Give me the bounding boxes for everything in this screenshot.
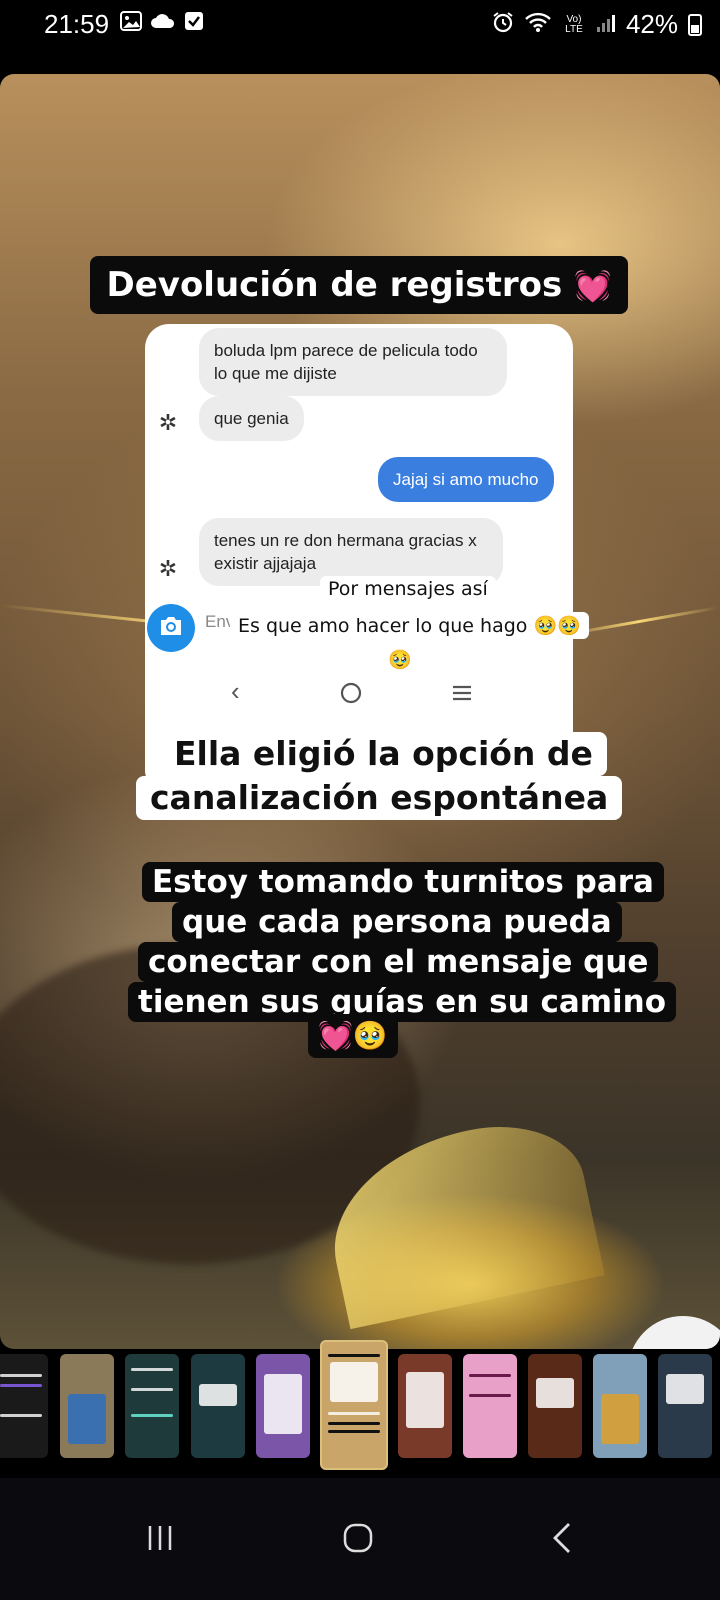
- battery-icon: [688, 13, 702, 36]
- chat-message: boluda lpm parece de pelicula todo lo qu…: [199, 328, 507, 396]
- chat-screenshot: boluda lpm parece de pelicula todo lo qu…: [145, 324, 573, 794]
- back-icon[interactable]: [532, 1518, 592, 1558]
- body-line-3: conectar con el mensaje que: [138, 942, 659, 982]
- story-viewer[interactable]: Devolución de registros 💓🧚 boluda lpm pa…: [0, 74, 720, 1349]
- inner-home-icon: [340, 680, 362, 711]
- inner-nav-bar: ‹: [145, 676, 573, 716]
- camera-button: [147, 604, 195, 652]
- recents-icon[interactable]: [130, 1518, 190, 1558]
- signal-icon: [596, 9, 616, 40]
- checkbox-icon: [184, 11, 204, 36]
- thumbnail[interactable]: [593, 1354, 647, 1458]
- cloud-icon: [150, 12, 176, 35]
- chat-message: Jajaj si amo mucho: [378, 457, 554, 502]
- thumbnail[interactable]: [60, 1354, 114, 1458]
- thumbnail[interactable]: [463, 1354, 517, 1458]
- body-emoji: 💓🥹: [308, 1014, 398, 1058]
- inner-menu-icon: [451, 680, 473, 711]
- chat-message: que genia: [199, 396, 304, 441]
- status-left-icons: [120, 11, 204, 36]
- chat-avatar: ✲: [158, 410, 178, 435]
- battery-percent: 42%: [625, 9, 678, 39]
- system-nav-bar: [0, 1478, 720, 1600]
- story-heading: Devolución de registros 💓🧚: [90, 256, 628, 364]
- home-icon[interactable]: [328, 1518, 388, 1558]
- thumbnail[interactable]: [125, 1354, 179, 1458]
- thumbnail[interactable]: [0, 1354, 48, 1458]
- caption-amo-hacer-text: Es que amo hacer lo que hago: [238, 615, 528, 637]
- subtitle-line-1: Ella eligió la opción de: [160, 732, 607, 776]
- caption-amo-hacer: Es que amo hacer lo que hago 🥹🥹: [230, 612, 589, 639]
- image-icon: [120, 11, 142, 36]
- status-right: Vo) LTE 42%: [492, 9, 702, 40]
- body-line-2: que cada persona pueda: [172, 902, 622, 942]
- caption-emoji: 🥹: [380, 646, 420, 673]
- thumbnail[interactable]: [528, 1354, 582, 1458]
- thumbnail-selected[interactable]: [320, 1340, 388, 1470]
- thumbnail[interactable]: [191, 1354, 245, 1458]
- thumbnail[interactable]: [398, 1354, 452, 1458]
- wifi-icon: [524, 9, 552, 40]
- body-line-4: tienen sus guías en su camino: [128, 982, 677, 1022]
- heading-text: Devolución de registros: [106, 265, 563, 305]
- status-time: 21:59: [44, 9, 110, 39]
- camera-icon: [158, 615, 184, 642]
- thumbnail-strip: [0, 1340, 720, 1472]
- volte-icon: Vo) LTE: [565, 13, 583, 35]
- status-bar: 21:59 Vo) LTE 42%: [0, 0, 720, 48]
- body-line-1: Estoy tomando turnitos para: [142, 862, 664, 902]
- thumbnail[interactable]: [256, 1354, 310, 1458]
- caption-amo-hacer-emoji: 🥹🥹: [533, 615, 581, 637]
- chat-avatar: ✲: [158, 556, 178, 581]
- alarm-icon: [492, 9, 514, 40]
- lens-search-icon: [658, 1347, 702, 1350]
- subtitle-line-2: canalización espontánea: [136, 776, 623, 820]
- thumbnail[interactable]: [658, 1354, 712, 1458]
- visual-search-button[interactable]: [628, 1316, 720, 1349]
- caption-por-mensajes: Por mensajes así: [320, 576, 496, 602]
- inner-back-icon: ‹: [231, 676, 240, 706]
